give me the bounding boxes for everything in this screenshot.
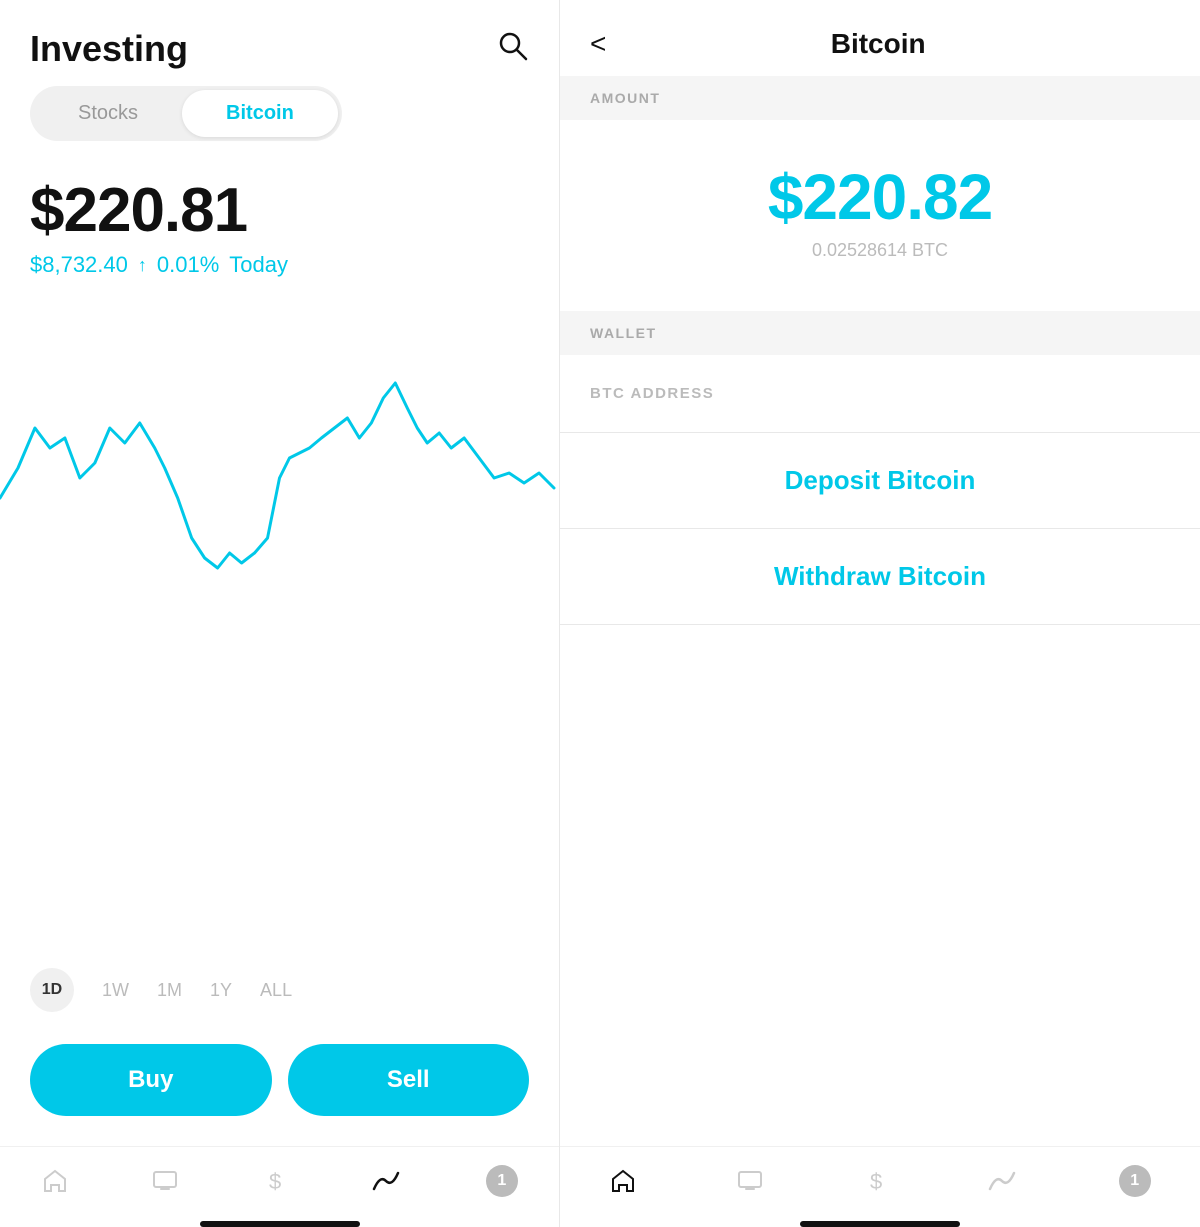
change-pct: 0.01% bbox=[157, 252, 219, 278]
left-bottom-nav: $ 1 bbox=[0, 1146, 559, 1213]
amount-btc: 0.02528614 BTC bbox=[812, 240, 948, 261]
btc-price: $8,732.40 bbox=[30, 252, 128, 278]
home-indicator bbox=[200, 1221, 360, 1227]
left-header: Investing bbox=[0, 0, 559, 86]
right-nav-tv-icon[interactable] bbox=[736, 1167, 764, 1195]
filter-all[interactable]: ALL bbox=[260, 980, 292, 1001]
spacer bbox=[560, 625, 1200, 1146]
change-arrow-icon: ↑ bbox=[138, 255, 147, 276]
amount-usd: $220.82 bbox=[768, 160, 992, 234]
filter-1y[interactable]: 1Y bbox=[210, 980, 232, 1001]
svg-text:$: $ bbox=[870, 1169, 882, 1194]
time-filters: 1D 1W 1M 1Y ALL bbox=[0, 952, 559, 1028]
nav-dollar-icon[interactable]: $ bbox=[261, 1167, 289, 1195]
filter-1d[interactable]: 1D bbox=[30, 968, 74, 1012]
wallet-content: BTC ADDRESS bbox=[560, 355, 1200, 432]
nav-notification-icon[interactable]: 1 bbox=[486, 1165, 518, 1197]
price-meta: $8,732.40 ↑ 0.01% Today bbox=[30, 252, 529, 278]
nav-chart-icon[interactable] bbox=[372, 1167, 404, 1195]
back-button[interactable]: < bbox=[590, 28, 606, 60]
chart-area bbox=[0, 298, 559, 952]
deposit-bitcoin-button[interactable]: Deposit Bitcoin bbox=[560, 433, 1200, 528]
nav-home-icon[interactable] bbox=[41, 1167, 69, 1195]
buy-button[interactable]: Buy bbox=[30, 1044, 272, 1116]
amount-section-label: AMOUNT bbox=[560, 76, 1200, 120]
left-panel: Investing Stocks Bitcoin $220.81 $8,732.… bbox=[0, 0, 560, 1227]
right-nav-notification-icon[interactable]: 1 bbox=[1119, 1165, 1151, 1197]
withdraw-bitcoin-button[interactable]: Withdraw Bitcoin bbox=[560, 529, 1200, 624]
amount-value-area: $220.82 0.02528614 BTC bbox=[560, 120, 1200, 311]
tab-bitcoin[interactable]: Bitcoin bbox=[182, 90, 338, 137]
tab-pill: Stocks Bitcoin bbox=[30, 86, 342, 141]
right-title: Bitcoin bbox=[626, 28, 1130, 60]
action-buttons: Buy Sell bbox=[0, 1028, 559, 1146]
nav-tv-icon[interactable] bbox=[151, 1167, 179, 1195]
tab-stocks[interactable]: Stocks bbox=[34, 90, 182, 137]
today-label: Today bbox=[229, 252, 288, 278]
filter-1m[interactable]: 1M bbox=[157, 980, 182, 1001]
sell-button[interactable]: Sell bbox=[288, 1044, 530, 1116]
filter-1w[interactable]: 1W bbox=[102, 980, 129, 1001]
right-nav-home-icon[interactable] bbox=[609, 1167, 637, 1195]
right-nav-chart-icon[interactable] bbox=[988, 1167, 1020, 1195]
right-panel: < Bitcoin AMOUNT $220.82 0.02528614 BTC … bbox=[560, 0, 1200, 1227]
svg-text:$: $ bbox=[269, 1169, 281, 1194]
right-bottom-nav: $ 1 bbox=[560, 1146, 1200, 1213]
wallet-section-label: WALLET bbox=[560, 311, 1200, 355]
right-home-indicator bbox=[800, 1221, 960, 1227]
notification-badge: 1 bbox=[486, 1165, 518, 1197]
page-title: Investing bbox=[30, 28, 188, 70]
right-notification-badge: 1 bbox=[1119, 1165, 1151, 1197]
tab-row: Stocks Bitcoin bbox=[0, 86, 559, 141]
right-nav-dollar-icon[interactable]: $ bbox=[862, 1167, 890, 1195]
price-section: $220.81 $8,732.40 ↑ 0.01% Today bbox=[0, 165, 559, 298]
btc-address-label: BTC ADDRESS bbox=[590, 385, 1170, 402]
main-price: $220.81 bbox=[30, 175, 529, 246]
right-header: < Bitcoin bbox=[560, 0, 1200, 76]
search-icon[interactable] bbox=[497, 30, 529, 69]
